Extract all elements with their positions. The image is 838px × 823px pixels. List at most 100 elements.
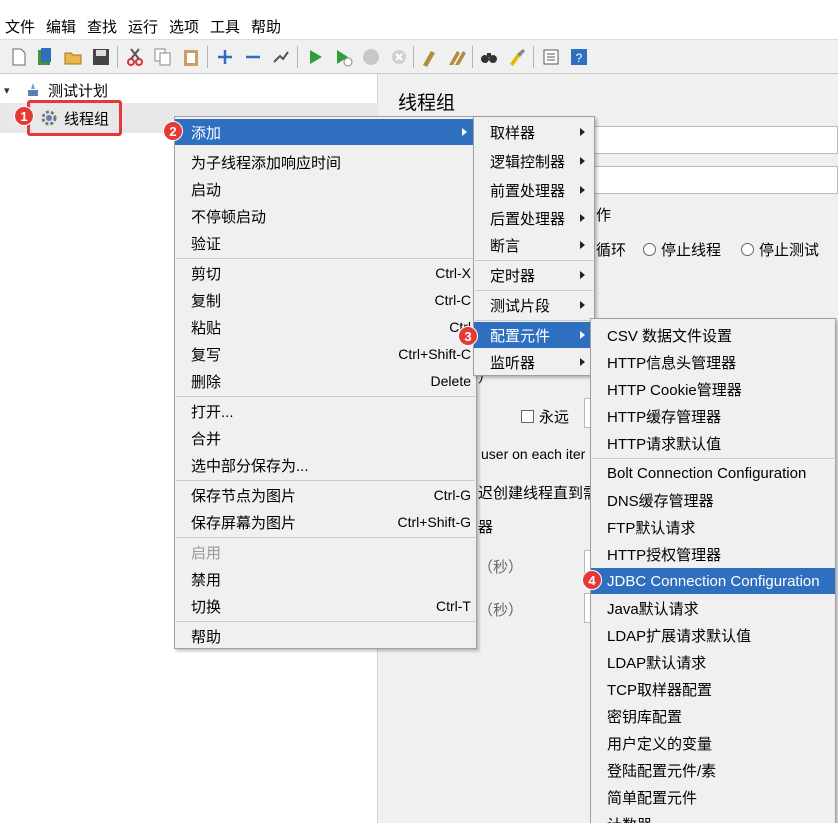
- menu-file[interactable]: 文件: [5, 16, 35, 37]
- submenu-arrow-icon: [580, 186, 585, 194]
- submenu-item-test-fragment[interactable]: 测试片段: [474, 292, 594, 318]
- config-item-keystore[interactable]: 密钥库配置: [591, 703, 835, 729]
- add-submenu: 取样器 逻辑控制器 前置处理器 后置处理器 断言 定时器 测试片段 配置元件 监…: [473, 116, 595, 376]
- menu-options[interactable]: 选项: [169, 16, 199, 37]
- config-item-java-defaults[interactable]: Java默认请求: [591, 595, 835, 621]
- submenu-arrow-icon: [580, 214, 585, 222]
- save-icon[interactable]: [90, 46, 112, 68]
- expand-icon[interactable]: [214, 46, 236, 68]
- menu-item-open[interactable]: 打开...: [175, 398, 476, 424]
- config-item-http-defaults[interactable]: HTTP请求默认值: [591, 430, 835, 456]
- config-item-user-variables[interactable]: 用户定义的变量: [591, 730, 835, 756]
- submenu-item-timer[interactable]: 定时器: [474, 262, 594, 288]
- toggle-icon[interactable]: [270, 46, 292, 68]
- menu-item-merge[interactable]: 合并: [175, 425, 476, 451]
- config-item-csv[interactable]: CSV 数据文件设置: [591, 322, 835, 348]
- menu-item-start[interactable]: 启动: [175, 176, 476, 202]
- menu-item-start-no-pause[interactable]: 不停顿启动: [175, 203, 476, 229]
- config-item-ldap-defaults[interactable]: LDAP默认请求: [591, 649, 835, 675]
- cut-icon[interactable]: [124, 46, 146, 68]
- config-item-bolt[interactable]: Bolt Connection Configuration: [591, 460, 835, 486]
- submenu-item-pre-processor[interactable]: 前置处理器: [474, 177, 594, 203]
- menu-run[interactable]: 运行: [128, 16, 158, 37]
- config-item-ldap-ext-defaults[interactable]: LDAP扩展请求默认值: [591, 622, 835, 648]
- radio-stop-thread[interactable]: 停止线程: [643, 239, 721, 260]
- menu-help[interactable]: 帮助: [251, 16, 281, 37]
- submenu-item-post-processor[interactable]: 后置处理器: [474, 205, 594, 231]
- paste-icon[interactable]: [180, 46, 202, 68]
- tree-item-test-plan[interactable]: ▾ 测试计划: [4, 78, 108, 102]
- config-item-ftp-defaults[interactable]: FTP默认请求: [591, 514, 835, 540]
- comment-field[interactable]: [594, 166, 838, 194]
- menu-search[interactable]: 查找: [87, 16, 117, 37]
- radio-stop-test[interactable]: 停止测试: [741, 239, 819, 260]
- config-item-header-manager[interactable]: HTTP信息头管理器: [591, 349, 835, 375]
- menu-item-save-selection[interactable]: 选中部分保存为...: [175, 452, 476, 478]
- new-icon[interactable]: [8, 46, 30, 68]
- open-icon[interactable]: [62, 46, 84, 68]
- step-badge-2: 2: [163, 121, 183, 141]
- tree-item-label: 线程组: [64, 110, 110, 128]
- menu-item-enable: 启用: [191, 544, 222, 562]
- config-item-cache-manager[interactable]: HTTP缓存管理器: [591, 403, 835, 429]
- menu-item-help[interactable]: 帮助: [175, 623, 476, 649]
- svg-text:?: ?: [576, 51, 583, 65]
- menu-item-add-response-time[interactable]: 为子线程添加响应时间: [175, 149, 476, 175]
- collapse-icon[interactable]: [242, 46, 264, 68]
- stop-icon[interactable]: [360, 46, 382, 68]
- delay-unit: （秒）: [478, 602, 524, 619]
- copy-icon[interactable]: [152, 46, 174, 68]
- menu-item-save-node-image[interactable]: 保存节点为图片 Ctrl-G: [175, 482, 476, 508]
- config-item-dns-cache[interactable]: DNS缓存管理器: [591, 487, 835, 513]
- step-badge-1: 1: [14, 106, 34, 126]
- help-icon[interactable]: ?: [568, 46, 590, 68]
- page-title: 线程组: [398, 93, 456, 114]
- menu-item-add[interactable]: 添加: [175, 119, 476, 145]
- start-no-pause-icon[interactable]: [332, 46, 354, 68]
- menu-item-cut[interactable]: 剪切 Ctrl-X: [175, 260, 476, 286]
- config-item-simple-config[interactable]: 简单配置元件: [591, 784, 835, 810]
- forever-checkbox[interactable]: 永远: [521, 406, 569, 427]
- scheduler-label: 器: [478, 519, 494, 536]
- config-item-auth-manager[interactable]: HTTP授权管理器: [591, 541, 835, 567]
- config-item-login-config[interactable]: 登陆配置元件/素: [591, 757, 835, 783]
- menu-item-toggle[interactable]: 切换 Ctrl-T: [175, 593, 476, 619]
- shutdown-icon[interactable]: [388, 46, 410, 68]
- submenu-arrow-icon: [580, 241, 585, 249]
- toolbar: ?: [0, 40, 838, 74]
- function-helper-icon[interactable]: [540, 46, 562, 68]
- menu-tools[interactable]: 工具: [210, 16, 240, 37]
- submenu-item-sampler[interactable]: 取样器: [474, 119, 594, 145]
- menu-item-disable[interactable]: 禁用: [175, 566, 476, 592]
- start-icon[interactable]: [304, 46, 326, 68]
- config-item-tcp-sampler-config[interactable]: TCP取样器配置: [591, 676, 835, 702]
- tree-item-label: 测试计划: [48, 82, 109, 100]
- submenu-item-listener[interactable]: 监听器: [474, 349, 594, 375]
- reset-search-icon[interactable]: [506, 46, 528, 68]
- config-item-jdbc[interactable]: JDBC Connection Configuration: [591, 568, 835, 594]
- expand-chevron-icon[interactable]: ▾: [4, 84, 18, 97]
- config-item-counter[interactable]: 计数器: [591, 811, 835, 823]
- config-item-cookie-manager[interactable]: HTTP Cookie管理器: [591, 376, 835, 402]
- menu-edit[interactable]: 编辑: [46, 16, 76, 37]
- submenu-arrow-icon: [580, 128, 585, 136]
- submenu-item-config-element[interactable]: 配置元件: [474, 322, 594, 348]
- tree-item-thread-group[interactable]: 线程组: [40, 106, 109, 130]
- menu-item-paste[interactable]: 粘贴 Ctrl: [175, 314, 476, 340]
- gear-icon: [40, 109, 58, 127]
- menu-item-validate[interactable]: 验证: [175, 230, 476, 256]
- templates-icon[interactable]: [34, 46, 56, 68]
- same-user-checkbox-label: user on each iter: [481, 446, 586, 462]
- clear-all-icon[interactable]: [446, 46, 468, 68]
- submenu-arrow-icon: [580, 331, 585, 339]
- name-field[interactable]: [594, 126, 838, 154]
- menu-item-duplicate[interactable]: 复写 Ctrl+Shift-C: [175, 341, 476, 367]
- clear-icon[interactable]: [418, 46, 440, 68]
- menu-item-copy[interactable]: 复制 Ctrl-C: [175, 287, 476, 313]
- menu-item-delete[interactable]: 删除 Delete: [175, 368, 476, 394]
- menu-item-save-screen-image[interactable]: 保存屏幕为图片 Ctrl+Shift-G: [175, 509, 476, 535]
- submenu-item-assertion[interactable]: 断言: [474, 232, 594, 258]
- search-icon[interactable]: [478, 46, 500, 68]
- submenu-item-logic-controller[interactable]: 逻辑控制器: [474, 148, 594, 174]
- radio-loop[interactable]: 循环: [596, 239, 626, 260]
